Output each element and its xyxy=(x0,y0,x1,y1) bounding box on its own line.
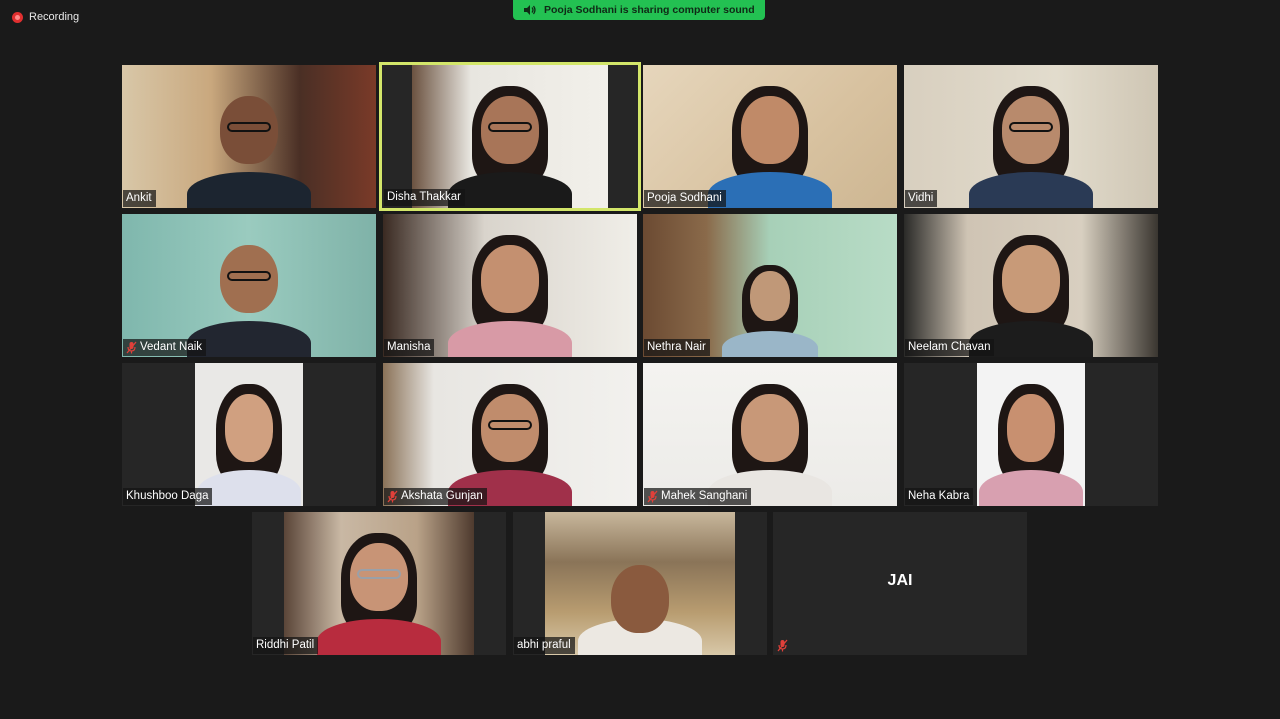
participant-name: Ankit xyxy=(126,192,152,204)
video-tile-neha-kabra[interactable]: Neha Kabra xyxy=(904,363,1158,506)
participant-name: Khushboo Daga xyxy=(126,490,209,502)
video-feed xyxy=(545,512,735,655)
participant-video xyxy=(448,227,572,357)
participant-video xyxy=(197,376,301,506)
participant-name: Mahek Sanghani xyxy=(661,490,748,502)
participant-video xyxy=(448,376,572,506)
participant-name: Disha Thakkar xyxy=(387,191,461,203)
video-tile-neelam-chavan[interactable]: Neelam Chavan xyxy=(904,214,1158,357)
participant-name-tag: Akshata Gunjan xyxy=(384,488,487,505)
participant-name-tag: Neha Kabra xyxy=(905,488,974,505)
video-feed xyxy=(904,214,1158,357)
muted-microphone-icon xyxy=(777,639,788,652)
participant-video xyxy=(969,78,1093,208)
video-tile-akshata-gunjan[interactable]: Akshata Gunjan xyxy=(383,363,637,506)
video-tile-jai[interactable]: JAI xyxy=(773,512,1027,655)
muted-microphone-icon xyxy=(126,341,137,354)
participant-name-tag: Ankit xyxy=(123,190,156,207)
video-feed xyxy=(643,65,897,208)
participant-video xyxy=(187,78,311,208)
video-tile-manisha[interactable]: Manisha xyxy=(383,214,637,357)
participant-name: Pooja Sodhani xyxy=(647,192,722,204)
participant-name: Manisha xyxy=(387,341,431,353)
participant-name-tag: Vidhi xyxy=(905,190,938,207)
video-tile-vedant-naik[interactable]: Vedant Naik xyxy=(122,214,376,357)
video-tile-nethra-nair[interactable]: Nethra Nair xyxy=(643,214,897,357)
participant-name-tag: Khushboo Daga xyxy=(123,488,213,505)
video-tile-riddhi-patil[interactable]: Riddhi Patil xyxy=(252,512,506,655)
participant-video xyxy=(448,78,572,208)
participant-video xyxy=(708,78,832,208)
participant-name: Riddhi Patil xyxy=(256,639,315,651)
muted-microphone-icon xyxy=(647,490,658,503)
record-icon xyxy=(12,11,23,23)
participant-name-tag: Disha Thakkar xyxy=(384,189,465,206)
muted-microphone-icon xyxy=(387,490,398,503)
video-tile-khushboo-daga[interactable]: Khushboo Daga xyxy=(122,363,376,506)
participant-name: abhi praful xyxy=(517,639,571,651)
video-tile-vidhi[interactable]: Vidhi xyxy=(904,65,1158,208)
meeting-gallery: Recording Pooja Sodhani is sharing compu… xyxy=(0,0,1280,719)
video-feed xyxy=(383,214,637,357)
video-feed xyxy=(195,363,303,506)
participant-video xyxy=(969,227,1093,357)
video-feed xyxy=(904,65,1158,208)
participant-video xyxy=(578,525,702,655)
video-feed xyxy=(284,512,474,655)
participant-video xyxy=(708,376,832,506)
video-tile-abhi-praful[interactable]: abhi praful xyxy=(513,512,767,655)
recording-label: Recording xyxy=(29,11,80,23)
participant-name: Vidhi xyxy=(908,192,934,204)
participant-name-tag: abhi praful xyxy=(514,637,575,654)
participant-name: Akshata Gunjan xyxy=(401,490,483,502)
video-feed xyxy=(643,363,897,506)
sharing-sound-banner: Pooja Sodhani is sharing computer sound xyxy=(513,0,765,20)
video-tile-disha-thakkar[interactable]: Disha Thakkar xyxy=(379,62,641,211)
participant-name-tag: Pooja Sodhani xyxy=(644,190,726,207)
video-feed xyxy=(643,214,897,357)
participant-name: Nethra Nair xyxy=(647,341,706,353)
participant-avatar-text: JAI xyxy=(887,572,913,589)
participant-name-tag: Vedant Naik xyxy=(123,339,207,356)
recording-indicator[interactable]: Recording xyxy=(12,11,79,23)
video-feed xyxy=(122,65,376,208)
speaker-icon xyxy=(524,5,536,15)
participant-name: Neha Kabra xyxy=(908,490,970,502)
video-tile-mahek-sanghani[interactable]: Mahek Sanghani xyxy=(643,363,897,506)
participant-name: Vedant Naik xyxy=(140,341,203,353)
video-tile-ankit[interactable]: Ankit xyxy=(122,65,376,208)
participant-name-tag: Neelam Chavan xyxy=(905,339,995,356)
participant-name-tag: Nethra Nair xyxy=(644,339,710,356)
participant-name-tag: Mahek Sanghani xyxy=(644,488,752,505)
participant-video xyxy=(187,227,311,357)
participant-video xyxy=(722,257,818,357)
video-feed xyxy=(122,214,376,357)
video-feed xyxy=(412,65,608,208)
participant-name-tag: Riddhi Patil xyxy=(253,637,319,654)
banner-text: Pooja Sodhani is sharing computer sound xyxy=(544,4,755,16)
video-feed xyxy=(977,363,1085,506)
video-tile-pooja-sodhani[interactable]: Pooja Sodhani xyxy=(643,65,897,208)
participant-video xyxy=(317,525,441,655)
video-feed xyxy=(383,363,637,506)
participant-video xyxy=(979,376,1083,506)
participant-name: Neelam Chavan xyxy=(908,341,991,353)
participant-name-tag: Manisha xyxy=(384,339,435,356)
